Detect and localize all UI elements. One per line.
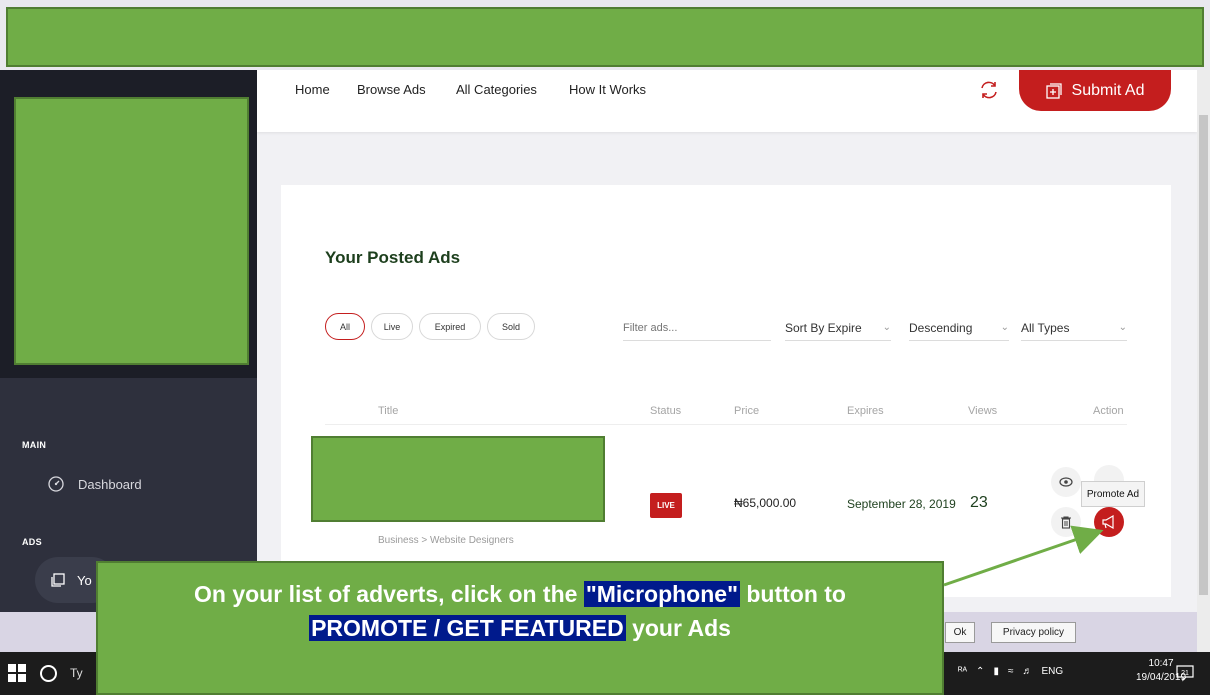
page-title: Your Posted Ads: [325, 248, 461, 267]
sort-by-value: Sort By Expire: [785, 320, 862, 335]
refresh-icon[interactable]: [977, 78, 1001, 102]
submit-ad-label: Submit Ad: [1071, 81, 1145, 99]
megaphone-icon: [1102, 515, 1114, 529]
ad-views: 23: [970, 494, 988, 511]
taskbar-search-input[interactable]: Ty: [70, 666, 83, 680]
redacted-logo-block: [14, 97, 249, 365]
sidebar-logo-area: [0, 70, 257, 378]
filter-tab-expired[interactable]: Expired: [419, 313, 481, 340]
view-ad-button[interactable]: [1051, 467, 1081, 497]
column-header-price: Price: [734, 405, 760, 417]
order-value: Descending: [909, 320, 973, 335]
nav-link-browse-ads[interactable]: Browse Ads: [357, 82, 426, 97]
nav-link-home[interactable]: Home: [295, 82, 330, 97]
system-tray: ᴿᴬ ⌃ ▮ ≈ ♬ ENG: [958, 666, 1072, 677]
nav-link-all-categories[interactable]: All Categories: [456, 82, 537, 97]
ad-expires: September 28, 2019: [847, 497, 956, 511]
ad-category-path: Business > Website Designers: [378, 535, 514, 546]
add-square-icon: [1045, 82, 1062, 99]
language-indicator[interactable]: ENG: [1041, 666, 1063, 677]
chevron-up-icon[interactable]: ⌃: [976, 666, 984, 677]
redacted-header-block: [6, 7, 1204, 67]
battery-icon[interactable]: ▮: [993, 666, 999, 677]
cortana-search-icon[interactable]: [40, 665, 57, 682]
sort-by-select[interactable]: Sort By Expire ⌄: [785, 315, 891, 341]
redacted-ad-title-block: [311, 436, 605, 522]
type-select[interactable]: All Types ⌄: [1021, 315, 1127, 341]
windows-start-icon[interactable]: [8, 664, 26, 682]
notification-center-icon[interactable]: 21: [1176, 664, 1194, 682]
delete-ad-button[interactable]: [1051, 507, 1081, 537]
sidebar-item-label: Dashboard: [78, 476, 142, 492]
volume-icon[interactable]: ♬: [1022, 666, 1032, 677]
column-header-status: Status: [650, 405, 682, 417]
promote-ad-button[interactable]: [1094, 507, 1124, 537]
type-value: All Types: [1021, 320, 1070, 335]
column-header-views: Views: [968, 405, 998, 417]
speedometer-icon: [48, 476, 64, 492]
nav-link-how-it-works[interactable]: How It Works: [569, 82, 646, 97]
copy-icon: [51, 573, 65, 587]
status-badge: LIVE: [650, 493, 682, 518]
sidebar-item-label: Yo: [77, 572, 92, 588]
wifi-icon[interactable]: ≈: [1008, 666, 1014, 677]
column-header-action: Action: [1093, 405, 1124, 417]
top-navbar: Home Browse Ads All Categories How It Wo…: [257, 70, 1197, 132]
eye-icon: [1059, 477, 1073, 487]
cookie-ok-button[interactable]: Ok: [945, 622, 975, 643]
chevron-down-icon: ⌄: [882, 322, 891, 333]
sidebar-section-main: MAIN: [22, 440, 47, 450]
chevron-down-icon: ⌄: [1000, 322, 1009, 333]
column-header-title: Title: [378, 405, 399, 417]
order-select[interactable]: Descending ⌄: [909, 315, 1009, 341]
svg-text:21: 21: [1181, 670, 1189, 677]
filter-tab-sold[interactable]: Sold: [487, 313, 535, 340]
promote-ad-tooltip: Promote Ad: [1081, 481, 1145, 507]
privacy-policy-button[interactable]: Privacy policy: [991, 622, 1076, 643]
column-header-expires: Expires: [847, 405, 884, 417]
trash-icon: [1061, 515, 1071, 529]
table-header-divider: [325, 424, 1127, 425]
people-icon[interactable]: ᴿᴬ: [958, 666, 967, 677]
ad-price: ₦65,000.00: [734, 496, 797, 510]
submit-ad-button[interactable]: Submit Ad: [1019, 70, 1171, 111]
sidebar-section-ads: ADS: [22, 537, 42, 547]
scrollbar-thumb[interactable]: [1199, 115, 1208, 595]
instruction-callout: On your list of adverts, click on the "M…: [96, 561, 944, 695]
instruction-text: On your list of adverts, click on the "M…: [194, 581, 846, 641]
filter-tab-all[interactable]: All: [325, 313, 365, 340]
filter-tab-live[interactable]: Live: [371, 313, 413, 340]
chevron-down-icon: ⌄: [1118, 322, 1127, 333]
sidebar-item-dashboard[interactable]: Dashboard: [48, 476, 142, 492]
filter-ads-input[interactable]: [623, 315, 771, 341]
